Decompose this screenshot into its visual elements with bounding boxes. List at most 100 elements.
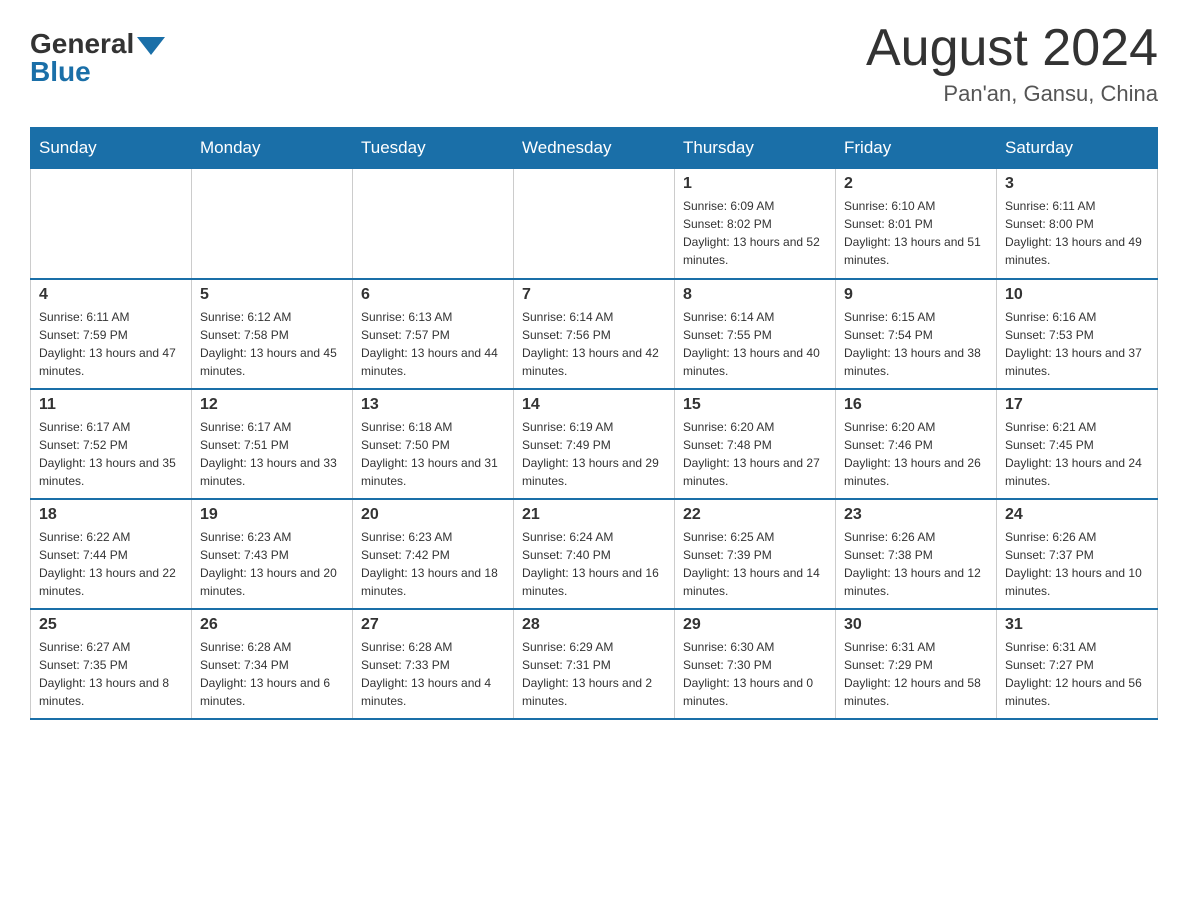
calendar-cell: 9 Sunrise: 6:15 AM Sunset: 7:54 PM Daylig… — [836, 279, 997, 389]
day-number: 8 — [683, 286, 827, 304]
day-info: Sunrise: 6:23 AM Sunset: 7:43 PM Dayligh… — [200, 528, 344, 600]
calendar-cell: 14Sunrise: 6:19 AM Sunset: 7:49 PM Dayli… — [514, 389, 675, 499]
day-info: Sunrise: 6:17 AM Sunset: 7:52 PM Dayligh… — [39, 418, 183, 490]
day-number: 18 — [39, 506, 183, 524]
day-info: Sunrise: 6:22 AM Sunset: 7:44 PM Dayligh… — [39, 528, 183, 600]
day-info: Sunrise: 6:21 AM Sunset: 7:45 PM Dayligh… — [1005, 418, 1149, 490]
calendar-cell: 26 Sunrise: 6:28 AM Sunset: 7:34 PM Dayli… — [192, 609, 353, 719]
day-number: 5 — [200, 286, 344, 304]
day-info: Sunrise: 6:27 AM Sunset: 7:35 PM Dayligh… — [39, 638, 183, 710]
weekday-header-thursday: Thursday — [675, 128, 836, 169]
day-number: 19 — [200, 506, 344, 524]
day-info: Sunrise: 6:28 AM Sunset: 7:33 PM Dayligh… — [361, 638, 505, 710]
day-number: 29 — [683, 616, 827, 634]
calendar-week-1: 1 Sunrise: 6:09 AM Sunset: 8:02 PM Daylig… — [31, 169, 1158, 279]
title-area: August 2024 Pan'an, Gansu, China — [866, 20, 1158, 107]
day-info: Sunrise: 6:11 AM Sunset: 7:59 PM Dayligh… — [39, 308, 183, 380]
day-info: Sunrise: 6:16 AM Sunset: 7:53 PM Dayligh… — [1005, 308, 1149, 380]
calendar-cell: 29 Sunrise: 6:30 AM Sunset: 7:30 PM Dayli… — [675, 609, 836, 719]
day-info: Sunrise: 6:09 AM Sunset: 8:02 PM Dayligh… — [683, 197, 827, 269]
calendar-cell: 17Sunrise: 6:21 AM Sunset: 7:45 PM Dayli… — [997, 389, 1158, 499]
day-info: Sunrise: 6:18 AM Sunset: 7:50 PM Dayligh… — [361, 418, 505, 490]
calendar-cell — [514, 169, 675, 279]
calendar-cell: 30 Sunrise: 6:31 AM Sunset: 7:29 PM Dayli… — [836, 609, 997, 719]
day-info: Sunrise: 6:13 AM Sunset: 7:57 PM Dayligh… — [361, 308, 505, 380]
calendar-header: SundayMondayTuesdayWednesdayThursdayFrid… — [31, 128, 1158, 169]
day-info: Sunrise: 6:31 AM Sunset: 7:29 PM Dayligh… — [844, 638, 988, 710]
calendar-cell: 15Sunrise: 6:20 AM Sunset: 7:48 PM Dayli… — [675, 389, 836, 499]
calendar-cell: 8 Sunrise: 6:14 AM Sunset: 7:55 PM Daylig… — [675, 279, 836, 389]
location-title: Pan'an, Gansu, China — [866, 81, 1158, 107]
day-info: Sunrise: 6:30 AM Sunset: 7:30 PM Dayligh… — [683, 638, 827, 710]
day-number: 26 — [200, 616, 344, 634]
logo-general-text: General — [30, 30, 165, 58]
day-info: Sunrise: 6:26 AM Sunset: 7:37 PM Dayligh… — [1005, 528, 1149, 600]
calendar-cell: 31 Sunrise: 6:31 AM Sunset: 7:27 PM Dayli… — [997, 609, 1158, 719]
calendar-cell: 20 Sunrise: 6:23 AM Sunset: 7:42 PM Dayli… — [353, 499, 514, 609]
calendar-cell: 7Sunrise: 6:14 AM Sunset: 7:56 PM Daylig… — [514, 279, 675, 389]
weekday-header-wednesday: Wednesday — [514, 128, 675, 169]
calendar-cell: 5 Sunrise: 6:12 AM Sunset: 7:58 PM Daylig… — [192, 279, 353, 389]
day-number: 10 — [1005, 286, 1149, 304]
day-number: 16 — [844, 396, 988, 414]
day-info: Sunrise: 6:15 AM Sunset: 7:54 PM Dayligh… — [844, 308, 988, 380]
weekday-header-row: SundayMondayTuesdayWednesdayThursdayFrid… — [31, 128, 1158, 169]
day-info: Sunrise: 6:10 AM Sunset: 8:01 PM Dayligh… — [844, 197, 988, 269]
day-info: Sunrise: 6:23 AM Sunset: 7:42 PM Dayligh… — [361, 528, 505, 600]
calendar-week-2: 4 Sunrise: 6:11 AM Sunset: 7:59 PM Daylig… — [31, 279, 1158, 389]
day-info: Sunrise: 6:25 AM Sunset: 7:39 PM Dayligh… — [683, 528, 827, 600]
calendar-cell: 13 Sunrise: 6:18 AM Sunset: 7:50 PM Dayli… — [353, 389, 514, 499]
day-info: Sunrise: 6:28 AM Sunset: 7:34 PM Dayligh… — [200, 638, 344, 710]
calendar-cell: 3Sunrise: 6:11 AM Sunset: 8:00 PM Daylig… — [997, 169, 1158, 279]
day-info: Sunrise: 6:14 AM Sunset: 7:56 PM Dayligh… — [522, 308, 666, 380]
calendar-cell: 28Sunrise: 6:29 AM Sunset: 7:31 PM Dayli… — [514, 609, 675, 719]
day-number: 15 — [683, 396, 827, 414]
day-info: Sunrise: 6:31 AM Sunset: 7:27 PM Dayligh… — [1005, 638, 1149, 710]
day-number: 21 — [522, 506, 666, 524]
calendar-table: SundayMondayTuesdayWednesdayThursdayFrid… — [30, 127, 1158, 720]
calendar-cell: 24Sunrise: 6:26 AM Sunset: 7:37 PM Dayli… — [997, 499, 1158, 609]
day-info: Sunrise: 6:12 AM Sunset: 7:58 PM Dayligh… — [200, 308, 344, 380]
header: General Blue August 2024 Pan'an, Gansu, … — [30, 20, 1158, 107]
day-number: 2 — [844, 175, 988, 193]
calendar-cell: 27 Sunrise: 6:28 AM Sunset: 7:33 PM Dayli… — [353, 609, 514, 719]
weekday-header-tuesday: Tuesday — [353, 128, 514, 169]
calendar-cell: 19 Sunrise: 6:23 AM Sunset: 7:43 PM Dayli… — [192, 499, 353, 609]
logo-blue-text: Blue — [30, 58, 91, 86]
day-number: 4 — [39, 286, 183, 304]
weekday-header-sunday: Sunday — [31, 128, 192, 169]
day-number: 20 — [361, 506, 505, 524]
calendar-cell: 16Sunrise: 6:20 AM Sunset: 7:46 PM Dayli… — [836, 389, 997, 499]
calendar-cell: 6 Sunrise: 6:13 AM Sunset: 7:57 PM Daylig… — [353, 279, 514, 389]
day-number: 27 — [361, 616, 505, 634]
day-number: 23 — [844, 506, 988, 524]
day-info: Sunrise: 6:24 AM Sunset: 7:40 PM Dayligh… — [522, 528, 666, 600]
calendar-cell: 18 Sunrise: 6:22 AM Sunset: 7:44 PM Dayli… — [31, 499, 192, 609]
calendar-cell: 22Sunrise: 6:25 AM Sunset: 7:39 PM Dayli… — [675, 499, 836, 609]
day-info: Sunrise: 6:14 AM Sunset: 7:55 PM Dayligh… — [683, 308, 827, 380]
calendar-cell: 11Sunrise: 6:17 AM Sunset: 7:52 PM Dayli… — [31, 389, 192, 499]
weekday-header-monday: Monday — [192, 128, 353, 169]
day-number: 1 — [683, 175, 827, 193]
calendar-body: 1 Sunrise: 6:09 AM Sunset: 8:02 PM Daylig… — [31, 169, 1158, 719]
day-number: 31 — [1005, 616, 1149, 634]
logo: General Blue — [30, 20, 165, 86]
logo-triangle-icon — [137, 37, 165, 55]
day-number: 28 — [522, 616, 666, 634]
day-number: 30 — [844, 616, 988, 634]
calendar-cell: 23Sunrise: 6:26 AM Sunset: 7:38 PM Dayli… — [836, 499, 997, 609]
calendar-cell: 21 Sunrise: 6:24 AM Sunset: 7:40 PM Dayli… — [514, 499, 675, 609]
day-number: 9 — [844, 286, 988, 304]
day-number: 13 — [361, 396, 505, 414]
weekday-header-saturday: Saturday — [997, 128, 1158, 169]
calendar-week-5: 25 Sunrise: 6:27 AM Sunset: 7:35 PM Dayli… — [31, 609, 1158, 719]
calendar-cell: 4 Sunrise: 6:11 AM Sunset: 7:59 PM Daylig… — [31, 279, 192, 389]
calendar-cell — [353, 169, 514, 279]
calendar-week-3: 11Sunrise: 6:17 AM Sunset: 7:52 PM Dayli… — [31, 389, 1158, 499]
day-number: 6 — [361, 286, 505, 304]
calendar-cell — [31, 169, 192, 279]
day-number: 25 — [39, 616, 183, 634]
calendar-cell: 25 Sunrise: 6:27 AM Sunset: 7:35 PM Dayli… — [31, 609, 192, 719]
day-info: Sunrise: 6:17 AM Sunset: 7:51 PM Dayligh… — [200, 418, 344, 490]
calendar-cell: 10 Sunrise: 6:16 AM Sunset: 7:53 PM Dayli… — [997, 279, 1158, 389]
